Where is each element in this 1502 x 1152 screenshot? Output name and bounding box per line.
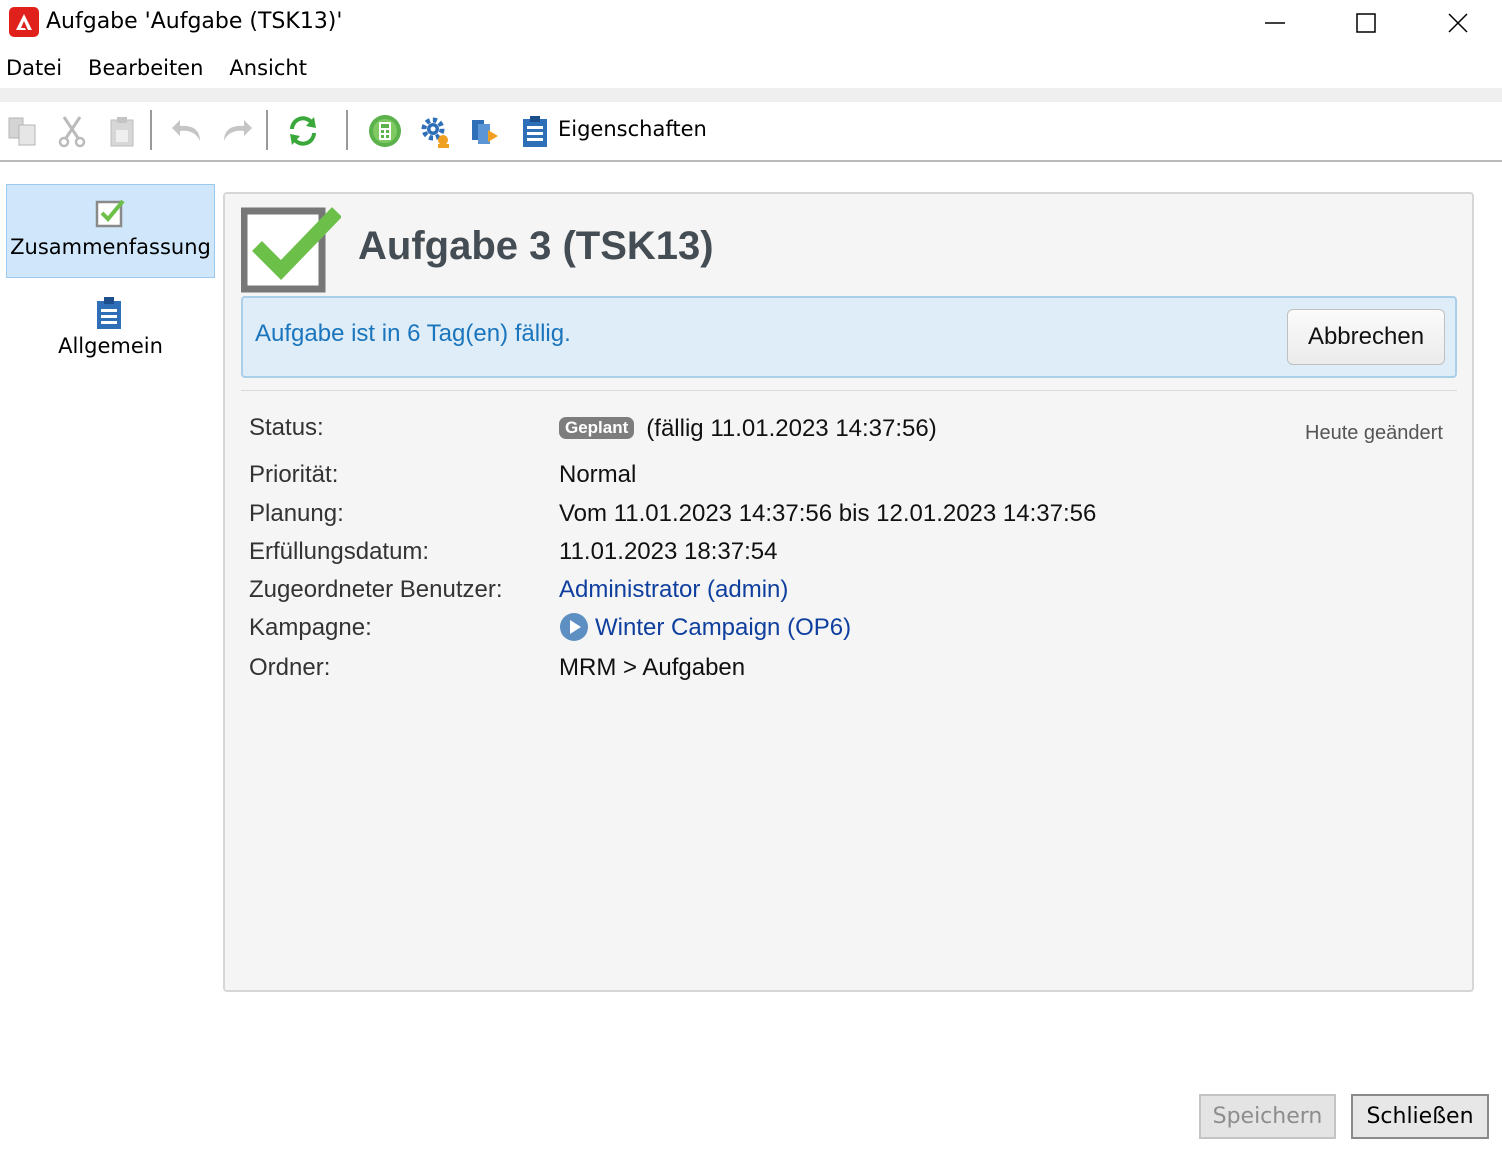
abort-button[interactable]: Abbrechen (1287, 309, 1445, 365)
campaign-value: Winter Campaign (OP6) (559, 612, 851, 642)
documents-icon[interactable] (468, 114, 502, 148)
title-bar: Aufgabe 'Aufgabe (TSK13)' (0, 0, 1502, 46)
completion-label: Erfüllungsdatum: (249, 538, 430, 565)
priority-label: Priorität: (249, 461, 339, 488)
paste-icon[interactable] (105, 114, 139, 148)
sidebar-item-zusammenfassung[interactable]: Zusammenfassung (6, 184, 215, 278)
campaign-label: Kampagne: (249, 614, 372, 641)
window-title: Aufgabe 'Aufgabe (TSK13)' (46, 9, 343, 34)
calculator-icon[interactable] (368, 114, 402, 148)
sidebar-item-label: Zusammenfassung (10, 235, 211, 259)
undo-icon[interactable] (170, 114, 204, 148)
menu-datei[interactable]: Datei (6, 56, 62, 86)
due-notice-text: Aufgabe ist in 6 Tag(en) fällig. (255, 320, 571, 347)
minimize-icon (1265, 22, 1285, 24)
toolbar-separator (150, 110, 152, 150)
menu-bearbeiten[interactable]: Bearbeiten (88, 56, 203, 86)
priority-value: Normal (559, 461, 637, 488)
folder-value: MRM > Aufgaben (559, 654, 746, 681)
status-badge: Geplant (559, 417, 635, 439)
campaign-link[interactable]: Winter Campaign (OP6) (595, 614, 851, 641)
minimize-button[interactable] (1229, 0, 1321, 46)
toolbar-separator (266, 110, 268, 150)
status-label: Status: (249, 414, 324, 441)
campaign-play-icon (560, 613, 588, 641)
save-button[interactable]: Speichern (1199, 1094, 1336, 1139)
refresh-icon[interactable] (286, 114, 320, 148)
clipboard-icon (97, 297, 121, 329)
toolbar-separator (346, 110, 348, 150)
user-link[interactable]: Administrator (admin) (559, 576, 788, 604)
close-window-button[interactable] (1412, 0, 1502, 46)
task-complete-icon (241, 207, 341, 293)
user-label: Zugeordneter Benutzer: (249, 576, 503, 603)
folder-label: Ordner: (249, 654, 331, 681)
checkbox-icon (95, 199, 125, 228)
redo-icon[interactable] (220, 114, 254, 148)
clipboard-icon[interactable] (518, 114, 552, 148)
due-notice-box: Aufgabe ist in 6 Tag(en) fällig. Abbrech… (241, 296, 1457, 378)
menu-ansicht[interactable]: Ansicht (229, 56, 307, 86)
gear-icon[interactable] (418, 114, 452, 148)
status-due-text: (fällig 11.01.2023 14:37:56) (646, 415, 937, 442)
page-title: Aufgabe 3 (TSK13) (358, 224, 714, 268)
divider (241, 390, 1457, 391)
properties-button[interactable]: Eigenschaften (558, 117, 707, 141)
modified-text: Heute geändert (1305, 422, 1443, 444)
sidebar-item-label: Allgemein (58, 334, 163, 358)
summary-panel: Aufgabe 3 (TSK13) Aufgabe ist in 6 Tag(e… (223, 192, 1474, 992)
status-value: Geplant (fällig 11.01.2023 14:37:56) (559, 415, 937, 443)
completion-value: 11.01.2023 18:37:54 (559, 538, 778, 565)
app-logo-icon (9, 7, 39, 37)
planning-label: Planung: (249, 500, 344, 527)
toolbar: Eigenschaften (0, 102, 1502, 162)
toolbar-strip (0, 88, 1502, 102)
copy-icon[interactable] (6, 114, 40, 148)
planning-value: Vom 11.01.2023 14:37:56 bis 12.01.2023 1… (559, 500, 1097, 527)
menu-bar: Datei Bearbeiten Ansicht (0, 56, 327, 86)
maximize-icon (1356, 13, 1376, 33)
maximize-button[interactable] (1320, 0, 1412, 46)
sidebar-item-allgemein[interactable]: Allgemein (6, 284, 215, 378)
close-button[interactable]: Schließen (1351, 1094, 1489, 1139)
close-icon (1448, 13, 1468, 33)
cut-icon[interactable] (55, 114, 89, 148)
